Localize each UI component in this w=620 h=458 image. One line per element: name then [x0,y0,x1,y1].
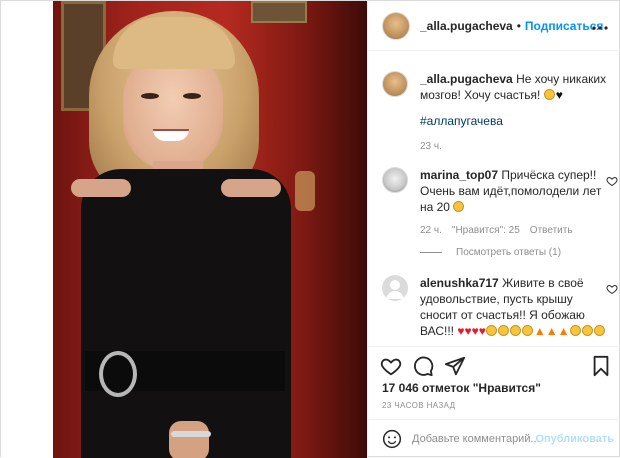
post-header: _alla.pugacheva • Подписаться [368,1,620,51]
view-replies-label[interactable]: Посмотреть ответы (1) [456,247,561,258]
header-username[interactable]: _alla.pugacheva [420,19,513,33]
bookmark-icon[interactable] [590,355,612,377]
separator-dot: • [516,18,521,33]
comments-list[interactable]: _alla.pugacheva Не хочу никаких мозгов! … [368,51,620,346]
instagram-post: _alla.pugacheva • Подписаться _alla.puga… [0,0,620,458]
comment-username[interactable]: alenushka717 [420,276,499,290]
grinning-emoji-icon [593,325,605,336]
red-heart-icon: ♥♥♥♥ [457,324,486,338]
photo-eye [183,93,201,99]
grinning-emoji-icon [581,325,593,336]
comment-item: alenushka717 Живите в своё удовольствие,… [382,275,618,339]
hashtag-link[interactable]: #аллапугачева [420,114,503,128]
star-struck-emoji-icon [497,325,509,336]
photo-shoulder [71,179,131,197]
photo-face [123,51,223,171]
caption: _alla.pugacheva Не хочу никаких мозгов! … [382,71,612,152]
post-photo[interactable] [1,1,367,458]
photo-picture-frame [251,1,307,23]
emoji-picker-icon[interactable] [382,429,402,449]
comment-item: marina_top07 Причёска супер!! Очень вам … [382,167,618,236]
comment-icon[interactable] [412,355,434,377]
default-user-icon [386,280,404,299]
heart-icon[interactable] [380,355,402,377]
caption-time: 23 ч. [420,141,442,152]
star-struck-emoji-icon [521,325,533,336]
comment-time: 22 ч. [420,225,442,236]
photo-left-edge [1,1,53,458]
grinning-emoji-icon [543,89,555,100]
photo-black-top [81,169,291,458]
photo-lamp [295,171,315,211]
share-icon[interactable] [444,355,466,377]
likes-count[interactable]: 17 046 отметок "Нравится" [382,381,541,395]
grinning-emoji-icon [569,325,581,336]
photo-hand [169,421,209,458]
view-replies-button[interactable]: Посмотреть ответы (1) [420,247,561,258]
photo-belt-buckle [99,351,137,397]
comment-likes[interactable]: "Нравится": 25 [452,225,520,236]
add-comment-bar: Опубликовать [368,419,620,458]
black-heart-icon: ♥ [555,88,563,102]
heart-icon[interactable] [606,283,618,295]
comment-username[interactable]: marina_top07 [420,168,498,182]
post-side-panel: _alla.pugacheva • Подписаться _alla.puga… [367,1,620,458]
replies-divider [420,252,442,253]
photo-bangs [113,17,235,69]
star-struck-emoji-icon [485,325,497,336]
more-horizontal-icon[interactable] [592,21,608,30]
reply-button[interactable]: Ответить [530,225,573,236]
photo-shoulder [221,179,281,197]
publish-button[interactable]: Опубликовать [535,433,614,445]
avatar[interactable] [382,11,410,40]
caption-username[interactable]: _alla.pugacheva [420,72,513,86]
photo-bracelet [171,431,211,437]
avatar[interactable] [382,167,408,193]
avatar[interactable] [382,275,408,301]
photo-eye [141,93,159,99]
avatar[interactable] [382,71,408,97]
fire-emoji-icon: ▲▲▲ [533,324,570,338]
star-struck-emoji-icon [509,325,521,336]
post-timestamp: 23 ЧАСОВ НАЗАД [382,401,456,410]
heart-icon[interactable] [606,175,618,187]
star-struck-emoji-icon [453,201,465,212]
